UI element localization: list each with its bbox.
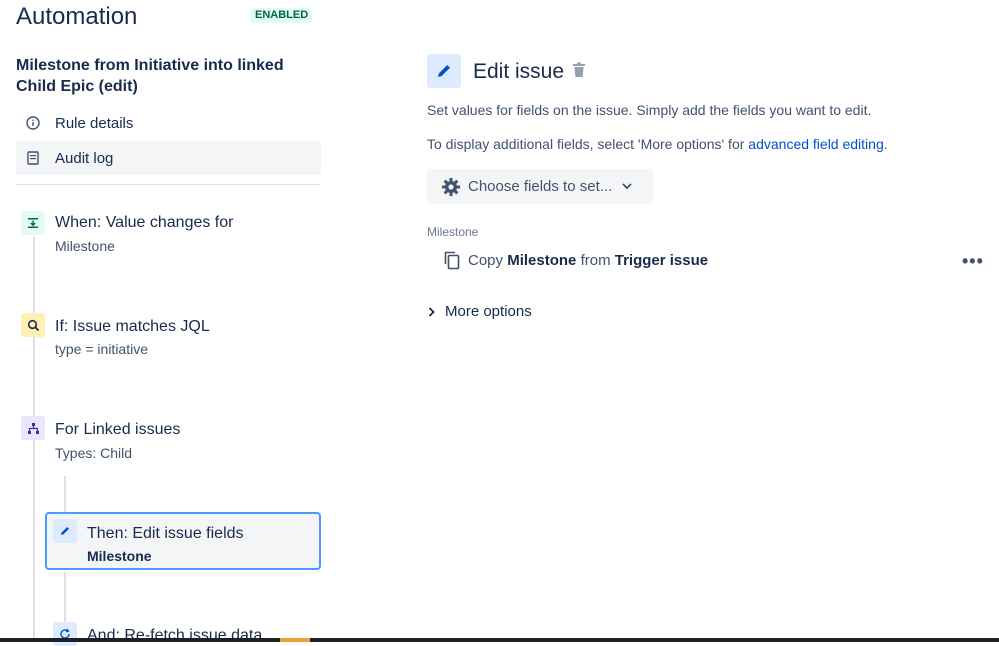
step-title[interactable]: If: Issue matches JQL (55, 317, 210, 337)
taskbar-edge (0, 638, 999, 642)
status-badge: ENABLED (251, 8, 313, 23)
step-title[interactable]: And: Re-fetch issue data (87, 626, 262, 646)
audit-log-label: Audit log (55, 149, 114, 167)
rule-name: Milestone from Initiative into linked Ch… (16, 57, 284, 95)
pencil-icon (53, 519, 77, 543)
field-label: Milestone (427, 225, 479, 239)
copy-source-name: Trigger issue (614, 252, 709, 269)
rule-details-link[interactable]: Rule details (16, 106, 321, 140)
refresh-icon (53, 622, 77, 646)
chevron-right-icon (428, 306, 435, 317)
trash-icon[interactable] (572, 62, 586, 83)
trigger-icon (21, 211, 45, 235)
panel-description: Set values for fields on the issue. Simp… (427, 102, 872, 118)
copy-icon (444, 251, 460, 270)
panel-more-info: To display additional fields, select 'Mo… (427, 135, 888, 153)
hierarchy-icon (21, 416, 45, 440)
advanced-field-editing-link[interactable]: advanced field editing (748, 136, 883, 152)
sidebar-divider (16, 184, 321, 185)
step-subtitle: Types: Child (55, 445, 133, 461)
step-branch[interactable] (21, 416, 45, 440)
copy-text: Copy (468, 252, 504, 269)
choose-fields-button[interactable]: Choose fields to set... (427, 169, 653, 204)
search-icon (21, 313, 45, 337)
more-actions-icon[interactable]: ••• (962, 251, 984, 272)
step-title: Then: Edit issue fields (87, 525, 244, 542)
info-icon (26, 116, 40, 130)
gear-icon (441, 177, 461, 197)
pencil-icon (427, 54, 461, 88)
step-action-icon-wrap (53, 519, 77, 543)
step-subtitle: Milestone (55, 238, 115, 254)
step-trigger[interactable] (21, 211, 45, 235)
rule-details-label: Rule details (55, 114, 134, 132)
copy-field-name: Milestone (507, 252, 577, 269)
audit-log-link[interactable]: Audit log (16, 141, 321, 175)
step-title[interactable]: For Linked issues (55, 420, 180, 440)
step-condition[interactable] (21, 313, 45, 337)
document-icon (26, 151, 40, 165)
step-subtitle: type = initiative (55, 341, 148, 357)
step-title[interactable]: When: Value changes for (55, 213, 233, 233)
choose-fields-label: Choose fields to set... (468, 178, 613, 195)
branch-connector-line (64, 476, 66, 512)
page-title: Automation (16, 3, 138, 30)
copy-from-text: from (580, 252, 611, 269)
branch-connector-line (64, 572, 66, 622)
field-value-row[interactable]: Copy Milestone from Trigger issue (444, 251, 708, 270)
more-info-text: To display additional fields, select 'Mo… (427, 136, 749, 152)
panel-title: Edit issue (473, 60, 565, 83)
chevron-down-icon (622, 183, 632, 190)
more-info-suffix: . (883, 136, 888, 152)
taskbar-accent (280, 638, 310, 642)
step-refetch[interactable] (53, 622, 77, 646)
more-options-label: More options (445, 303, 532, 320)
more-options-toggle[interactable]: More options (428, 303, 532, 320)
step-subtitle: Milestone (87, 548, 152, 564)
